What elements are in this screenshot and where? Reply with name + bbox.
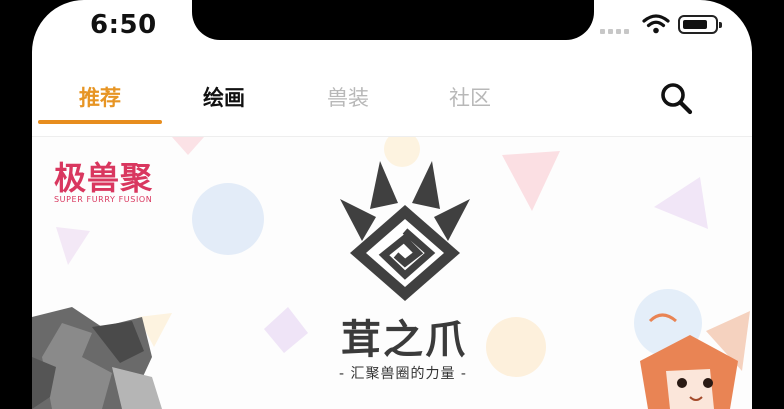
tab-drawing[interactable]: 绘画 — [164, 82, 284, 112]
category-tabs: 推荐 绘画 兽装 社区 — [32, 80, 752, 136]
banner-title: 茸之爪 — [341, 317, 467, 363]
active-tab-indicator — [38, 120, 162, 124]
tab-fursuit[interactable]: 兽装 — [288, 82, 408, 112]
search-icon[interactable] — [654, 80, 700, 120]
wolf-character-illustration — [32, 287, 192, 409]
tab-recommended[interactable]: 推荐 — [40, 82, 160, 112]
status-time: 6:50 — [90, 10, 157, 40]
banner-subtitle: - 汇聚兽圈的力量 - — [338, 366, 467, 382]
claw-emblem-icon — [332, 153, 478, 303]
ssf-logo: 极兽聚 SUPER FURRY FUSION — [54, 159, 154, 204]
cellular-signal-icon — [600, 29, 629, 34]
battery-icon — [678, 15, 722, 34]
wifi-icon — [642, 14, 670, 34]
fox-character-illustration — [610, 311, 752, 409]
device-notch — [192, 0, 594, 40]
app-screen: 6:50 推荐 绘画 兽装 社区 极兽聚 SUPER FURRY FUSION … — [32, 0, 752, 409]
tab-community[interactable]: 社区 — [410, 82, 530, 112]
promo-banner[interactable]: 极兽聚 SUPER FURRY FUSION 茸之爪 - 汇聚兽圈的力量 - — [32, 137, 752, 409]
